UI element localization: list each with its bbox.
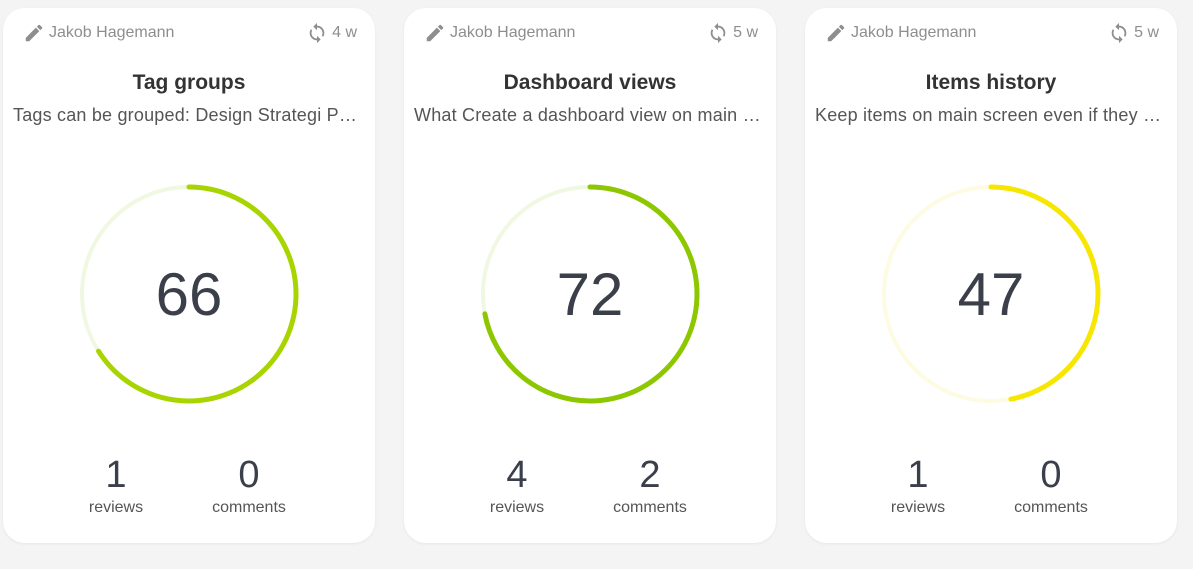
comments-label: comments [613,499,687,516]
idea-card[interactable]: Jakob Hagemann 4 w Tag groups Tags can b… [3,8,375,543]
card-header: Jakob Hagemann 5 w [825,22,1159,44]
comments-stat[interactable]: 0 comments [189,453,309,517]
card-title[interactable]: Tag groups [3,71,375,95]
pencil-icon [827,24,845,42]
author[interactable]: Jakob Hagemann [23,22,174,44]
idea-card[interactable]: Jakob Hagemann 5 w Items history Keep it… [805,8,1177,543]
refresh-icon [710,22,726,44]
card-description: Tags can be grouped: Design Strategi Pro… [13,105,361,125]
card-description: What Create a dashboard view on main scr… [414,105,762,125]
reviews-stat[interactable]: 1 reviews [858,453,978,517]
comments-count: 0 [238,454,260,496]
pencil-icon [426,24,444,42]
score-gauge: 47 [881,184,1101,404]
age: 5 w [707,22,758,44]
card-header: Jakob Hagemann 4 w [23,22,357,44]
card-title[interactable]: Dashboard views [404,71,776,95]
comments-stat[interactable]: 2 comments [590,453,710,517]
reviews-label: reviews [489,499,545,516]
score-value: 47 [957,260,1025,328]
comments-stat[interactable]: 0 comments [991,453,1111,517]
score-gauge: 72 [480,184,700,404]
card-description: Keep items on main screen even if they a… [815,105,1163,125]
comments-count: 2 [639,454,661,496]
age: 5 w [1108,22,1159,44]
idea-card[interactable]: Jakob Hagemann 5 w Dashboard views What … [404,8,776,543]
comments-label: comments [1014,499,1088,516]
pencil-icon [25,24,43,42]
age-label: 5 w [733,24,758,41]
card-header: Jakob Hagemann 5 w [424,22,758,44]
reviews-stat[interactable]: 4 reviews [457,453,577,517]
comments-label: comments [212,499,286,516]
reviews-label: reviews [88,499,144,516]
score-value: 72 [556,260,624,328]
author-name: Jakob Hagemann [851,24,977,41]
score-value: 66 [155,260,223,328]
author-name: Jakob Hagemann [49,24,175,41]
reviews-count: 4 [506,454,528,496]
card-title[interactable]: Items history [805,71,1177,95]
age-label: 4 w [332,24,357,41]
comments-count: 0 [1040,454,1062,496]
author-name: Jakob Hagemann [450,24,576,41]
score-gauge: 66 [79,184,299,404]
age: 4 w [306,22,357,44]
reviews-count: 1 [105,454,127,496]
author[interactable]: Jakob Hagemann [825,22,976,44]
reviews-stat[interactable]: 1 reviews [56,453,176,517]
reviews-label: reviews [890,499,946,516]
age-label: 5 w [1134,24,1159,41]
refresh-icon [309,22,325,44]
refresh-icon [1111,22,1127,44]
author[interactable]: Jakob Hagemann [424,22,575,44]
reviews-count: 1 [907,454,929,496]
